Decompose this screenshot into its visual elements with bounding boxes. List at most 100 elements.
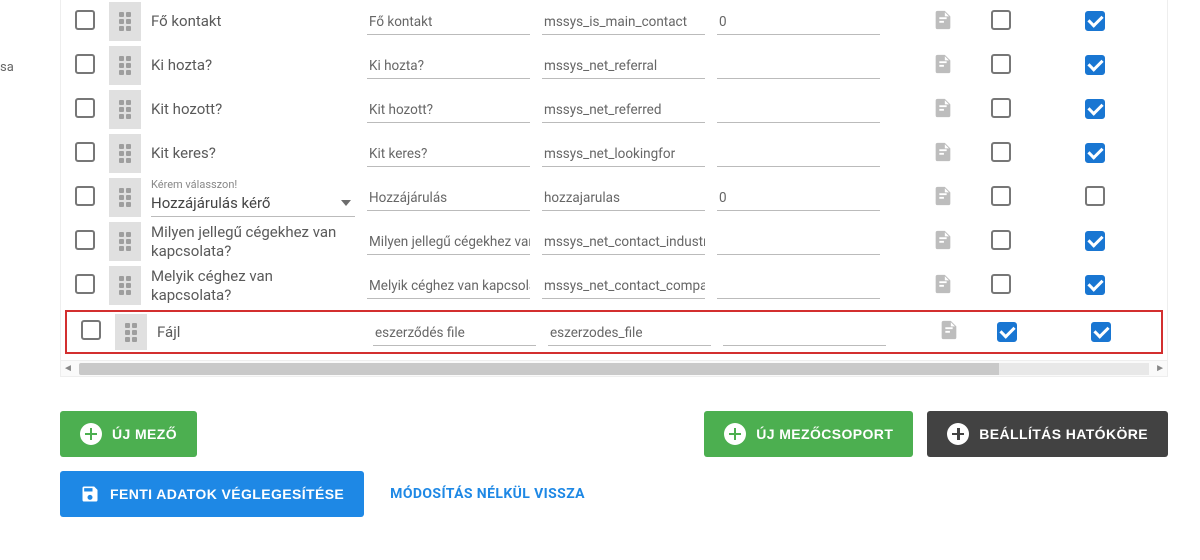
field-default-input[interactable] <box>717 96 880 123</box>
drag-handle-icon[interactable] <box>119 144 131 163</box>
drag-handle-icon[interactable] <box>119 188 131 207</box>
option-a-checkbox[interactable] <box>991 54 1011 74</box>
field-label-input[interactable]: Milyen jellegű cégekhez van <box>367 228 530 255</box>
option-b-checkbox[interactable] <box>1085 275 1105 295</box>
table-row: Milyen jellegű cégekhez van kapcsolata?M… <box>61 220 1167 264</box>
field-techname-input[interactable]: mssys_net_contact_industry <box>542 228 705 255</box>
save-icon <box>80 484 100 504</box>
drag-handle-icon[interactable] <box>119 276 131 295</box>
option-b-checkbox[interactable] <box>1085 143 1105 163</box>
actions-row-1: ÚJ MEZŐ ÚJ MEZŐCSOPORT BEÁLLÍTÁS HATÓKÖR… <box>60 411 1168 457</box>
field-label-input[interactable]: Melyik céghez van kapcsolat <box>367 272 530 299</box>
table-row: Ki hozta? Ki hozta? mssys_net_referral <box>61 44 1167 88</box>
field-default-input[interactable] <box>717 52 880 79</box>
drag-handle-icon[interactable] <box>119 232 131 251</box>
document-icon[interactable] <box>932 271 954 297</box>
field-techname-input[interactable]: mssys_net_referred <box>542 96 705 123</box>
settings-scope-label: BEÁLLÍTÁS HATÓKÖRE <box>979 426 1148 442</box>
row-select-checkbox[interactable] <box>75 142 95 162</box>
field-label-input[interactable]: Hozzájárulás <box>367 184 530 211</box>
option-b-checkbox[interactable] <box>1085 231 1105 251</box>
document-icon[interactable] <box>932 51 954 77</box>
field-name-label: Kit keres? <box>151 144 216 162</box>
sidebar-fragment-text: sa <box>0 60 14 75</box>
field-type-dropdown[interactable]: Hozzájárulás kérő <box>151 194 355 217</box>
save-button[interactable]: FENTI ADATOK VÉGLEGESÍTÉSE <box>60 471 364 517</box>
option-a-checkbox[interactable] <box>991 274 1011 294</box>
drag-handle-icon[interactable] <box>125 323 137 342</box>
field-techname-input[interactable]: hozzajarulas <box>542 184 705 211</box>
option-b-checkbox[interactable] <box>1085 99 1105 119</box>
scroll-track[interactable] <box>79 363 1149 375</box>
field-name-label: Fő kontakt <box>151 12 221 30</box>
field-techname-input[interactable]: mssys_net_referral <box>542 52 705 79</box>
horizontal-scrollbar[interactable]: ◄ ► <box>61 360 1167 376</box>
field-techname-input[interactable]: mssys_net_lookingfor <box>542 140 705 167</box>
document-icon[interactable] <box>932 183 954 209</box>
field-default-input[interactable] <box>723 319 886 346</box>
document-icon[interactable] <box>932 227 954 253</box>
field-label-input[interactable]: Kit hozott? <box>367 96 530 123</box>
field-label-input[interactable]: Fő kontakt <box>367 8 530 35</box>
drag-handle-icon[interactable] <box>119 56 131 75</box>
row-select-checkbox[interactable] <box>75 230 95 250</box>
drag-handle-icon[interactable] <box>119 100 131 119</box>
field-name-label: Kit hozott? <box>151 100 222 118</box>
field-label-input[interactable]: eszerződés file <box>373 319 536 346</box>
table-row: Kit keres? Kit keres? mssys_net_lookingfor <box>61 132 1167 176</box>
field-name-label: Ki hozta? <box>151 56 212 74</box>
settings-scope-button[interactable]: BEÁLLÍTÁS HATÓKÖRE <box>927 411 1168 457</box>
row-select-checkbox[interactable] <box>75 98 95 118</box>
option-a-checkbox[interactable] <box>991 98 1011 118</box>
scroll-left-arrow[interactable]: ◄ <box>63 363 73 374</box>
field-techname-input[interactable]: mssys_is_main_contact <box>542 8 705 35</box>
field-techname-input[interactable]: eszerzodes_file <box>548 319 711 346</box>
document-icon[interactable] <box>932 7 954 33</box>
actions-row-2: FENTI ADATOK VÉGLEGESÍTÉSE MÓDOSÍTÁS NÉL… <box>60 471 1168 517</box>
field-techname-input[interactable]: mssys_net_contact_compan <box>542 272 705 299</box>
new-field-label: ÚJ MEZŐ <box>112 426 177 442</box>
row-select-checkbox[interactable] <box>75 186 95 206</box>
field-name-label: Melyik céghez van kapcsolata? <box>151 267 273 304</box>
row-select-checkbox[interactable] <box>81 320 101 340</box>
document-icon[interactable] <box>938 317 960 343</box>
option-a-checkbox[interactable] <box>991 10 1011 30</box>
cancel-link[interactable]: MÓDOSÍTÁS NÉLKÜL VISSZA <box>378 486 597 502</box>
row-select-checkbox[interactable] <box>75 54 95 74</box>
document-icon[interactable] <box>932 139 954 165</box>
option-b-checkbox[interactable] <box>1085 55 1105 75</box>
scroll-right-arrow[interactable]: ► <box>1155 363 1165 374</box>
new-field-button[interactable]: ÚJ MEZŐ <box>60 411 197 457</box>
table-row: Kérem válasszon! Hozzájárulás kérő Hozzájá… <box>61 176 1167 220</box>
field-default-input[interactable] <box>717 228 880 255</box>
field-default-input[interactable] <box>717 140 880 167</box>
dropdown-helper: Kérem válasszon! <box>151 178 355 192</box>
row-select-checkbox[interactable] <box>75 10 95 30</box>
fields-table: Fő kontakt Fő kontakt mssys_is_main_contac… <box>60 0 1168 377</box>
option-a-checkbox[interactable] <box>997 322 1017 342</box>
field-label-input[interactable]: Kit keres? <box>367 140 530 167</box>
field-default-input[interactable] <box>717 272 880 299</box>
option-b-checkbox[interactable] <box>1085 186 1105 206</box>
field-default-input[interactable]: 0 <box>717 8 880 35</box>
option-b-checkbox[interactable] <box>1085 11 1105 31</box>
new-fieldgroup-button[interactable]: ÚJ MEZŐCSOPORT <box>704 411 913 457</box>
option-a-checkbox[interactable] <box>991 186 1011 206</box>
option-a-checkbox[interactable] <box>991 142 1011 162</box>
dropdown-value: Hozzájárulás kérő <box>151 194 270 213</box>
table-row: Fő kontakt Fő kontakt mssys_is_main_contac… <box>61 0 1167 44</box>
option-b-checkbox[interactable] <box>1091 322 1111 342</box>
document-icon[interactable] <box>932 95 954 121</box>
option-a-checkbox[interactable] <box>991 230 1011 250</box>
table-row: Kit hozott? Kit hozott? mssys_net_referred <box>61 88 1167 132</box>
field-label-input[interactable]: Ki hozta? <box>367 52 530 79</box>
table-row: Melyik céghez van kapcsolata? Melyik cégh… <box>61 264 1167 308</box>
save-label: FENTI ADATOK VÉGLEGESÍTÉSE <box>110 486 344 502</box>
chevron-down-icon <box>341 200 351 206</box>
row-select-checkbox[interactable] <box>75 274 95 294</box>
field-default-input[interactable]: 0 <box>717 184 880 211</box>
sidebar-fragment: sa <box>0 0 40 560</box>
drag-handle-icon[interactable] <box>119 12 131 31</box>
plus-icon <box>724 423 746 445</box>
plus-icon <box>80 423 102 445</box>
